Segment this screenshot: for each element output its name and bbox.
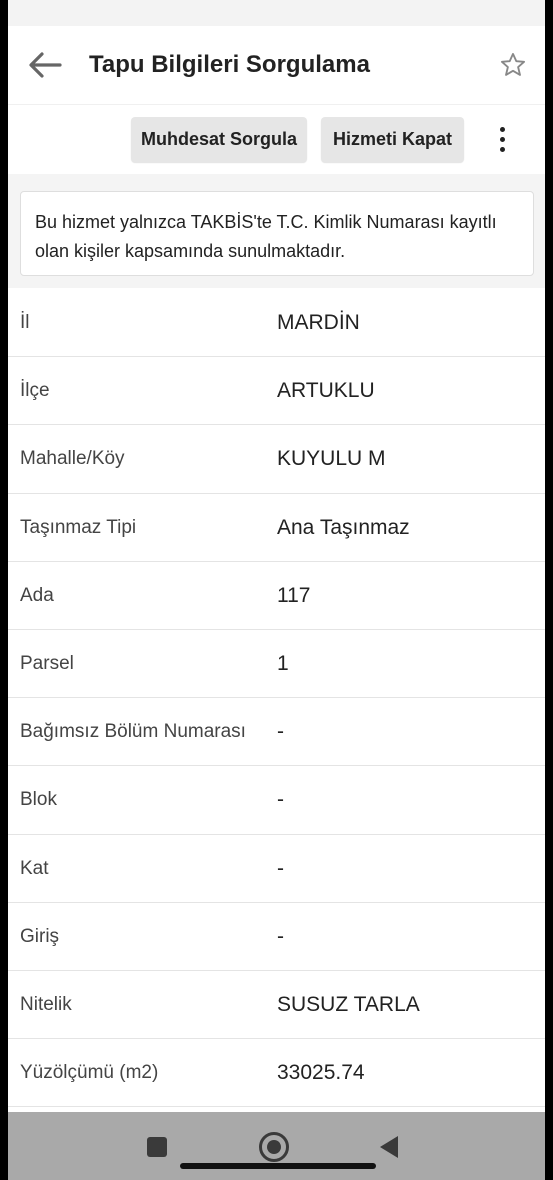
recent-apps-button[interactable] bbox=[147, 1137, 167, 1157]
detail-value: - bbox=[277, 720, 284, 744]
status-bar bbox=[8, 0, 545, 26]
back-button[interactable] bbox=[26, 48, 64, 82]
home-button[interactable] bbox=[259, 1132, 289, 1162]
hizmeti-kapat-button[interactable]: Hizmeti Kapat bbox=[321, 117, 464, 162]
detail-row-il: İl MARDİN bbox=[8, 289, 545, 358]
arrow-left-icon bbox=[29, 52, 62, 78]
detail-label: Giriş bbox=[20, 925, 60, 947]
detail-label: Parsel bbox=[20, 652, 74, 674]
detail-label: Taşınmaz Tipi bbox=[20, 516, 137, 538]
detail-row-bagimsiz-bolum: Bağımsız Bölüm Numarası - bbox=[8, 698, 545, 767]
detail-label: İl bbox=[20, 312, 30, 333]
detail-label: Nitelik bbox=[20, 993, 72, 1015]
system-navigation-bar bbox=[8, 1112, 545, 1180]
page-title: Tapu Bilgileri Sorgulama bbox=[89, 51, 370, 78]
action-bar: Muhdesat Sorgula Hizmeti Kapat bbox=[8, 104, 545, 174]
detail-value: - bbox=[277, 924, 284, 948]
detail-row-parsel: Parsel 1 bbox=[8, 629, 545, 699]
more-vertical-icon-dot bbox=[499, 136, 505, 142]
system-back-button[interactable] bbox=[380, 1136, 398, 1158]
detail-value: 1 bbox=[277, 651, 289, 675]
detail-row-nitelik: Nitelik SUSUZ TARLA bbox=[8, 970, 545, 1040]
app-bar: Tapu Bilgileri Sorgulama bbox=[8, 26, 545, 104]
detail-value: - bbox=[277, 788, 284, 812]
detail-value: ARTUKLU bbox=[277, 379, 375, 403]
detail-row-tasinmaz-tipi: Taşınmaz Tipi Ana Taşınmaz bbox=[8, 493, 545, 562]
detail-label: Ada bbox=[20, 584, 54, 606]
more-vertical-icon-dot bbox=[499, 146, 505, 152]
detail-label: Bağımsız Bölüm Numarası bbox=[20, 721, 246, 743]
detail-value: 33025.74 bbox=[277, 1061, 365, 1085]
app-screen: Tapu Bilgileri Sorgulama Muhdesat Sorgul… bbox=[8, 0, 545, 1180]
detail-value: SUSUZ TARLA bbox=[277, 992, 420, 1016]
detail-label: Mahalle/Köy bbox=[20, 448, 125, 470]
detail-label: Yüzölçümü (m2) bbox=[20, 1062, 159, 1084]
detail-row-yuzolcumu: Yüzölçümü (m2) 33025.74 bbox=[8, 1039, 545, 1108]
detail-label: Kat bbox=[20, 857, 49, 879]
detail-value: KUYULU M bbox=[277, 447, 386, 471]
detail-row-mahalle: Mahalle/Köy KUYULU M bbox=[8, 425, 545, 494]
detail-value: 117 bbox=[277, 583, 311, 607]
star-outline-icon bbox=[500, 52, 526, 76]
more-vertical-icon bbox=[499, 126, 505, 132]
detail-row-ilce: İlçe ARTUKLU bbox=[8, 357, 545, 426]
detail-label: İlçe bbox=[20, 380, 50, 402]
detail-row-kat: Kat - bbox=[8, 834, 545, 903]
property-details-list: İl MARDİN İlçe ARTUKLU Mahalle/Köy KUYUL… bbox=[8, 289, 545, 1108]
detail-value: MARDİN bbox=[277, 311, 360, 334]
muhdesat-sorgula-button[interactable]: Muhdesat Sorgula bbox=[131, 117, 307, 162]
detail-value: Ana Taşınmaz bbox=[277, 515, 410, 539]
detail-label: Blok bbox=[20, 789, 57, 811]
detail-row-ada: Ada 117 bbox=[8, 561, 545, 630]
more-options-button[interactable] bbox=[490, 119, 514, 159]
home-indicator[interactable] bbox=[180, 1163, 376, 1169]
detail-value: - bbox=[277, 856, 284, 880]
detail-row-giris: Giriş - bbox=[8, 902, 545, 971]
detail-row-blok: Blok - bbox=[8, 766, 545, 835]
notice-box: Bu hizmet yalnızca TAKBİS'te T.C. Kimlik… bbox=[20, 191, 534, 276]
favorite-button[interactable] bbox=[496, 48, 530, 82]
